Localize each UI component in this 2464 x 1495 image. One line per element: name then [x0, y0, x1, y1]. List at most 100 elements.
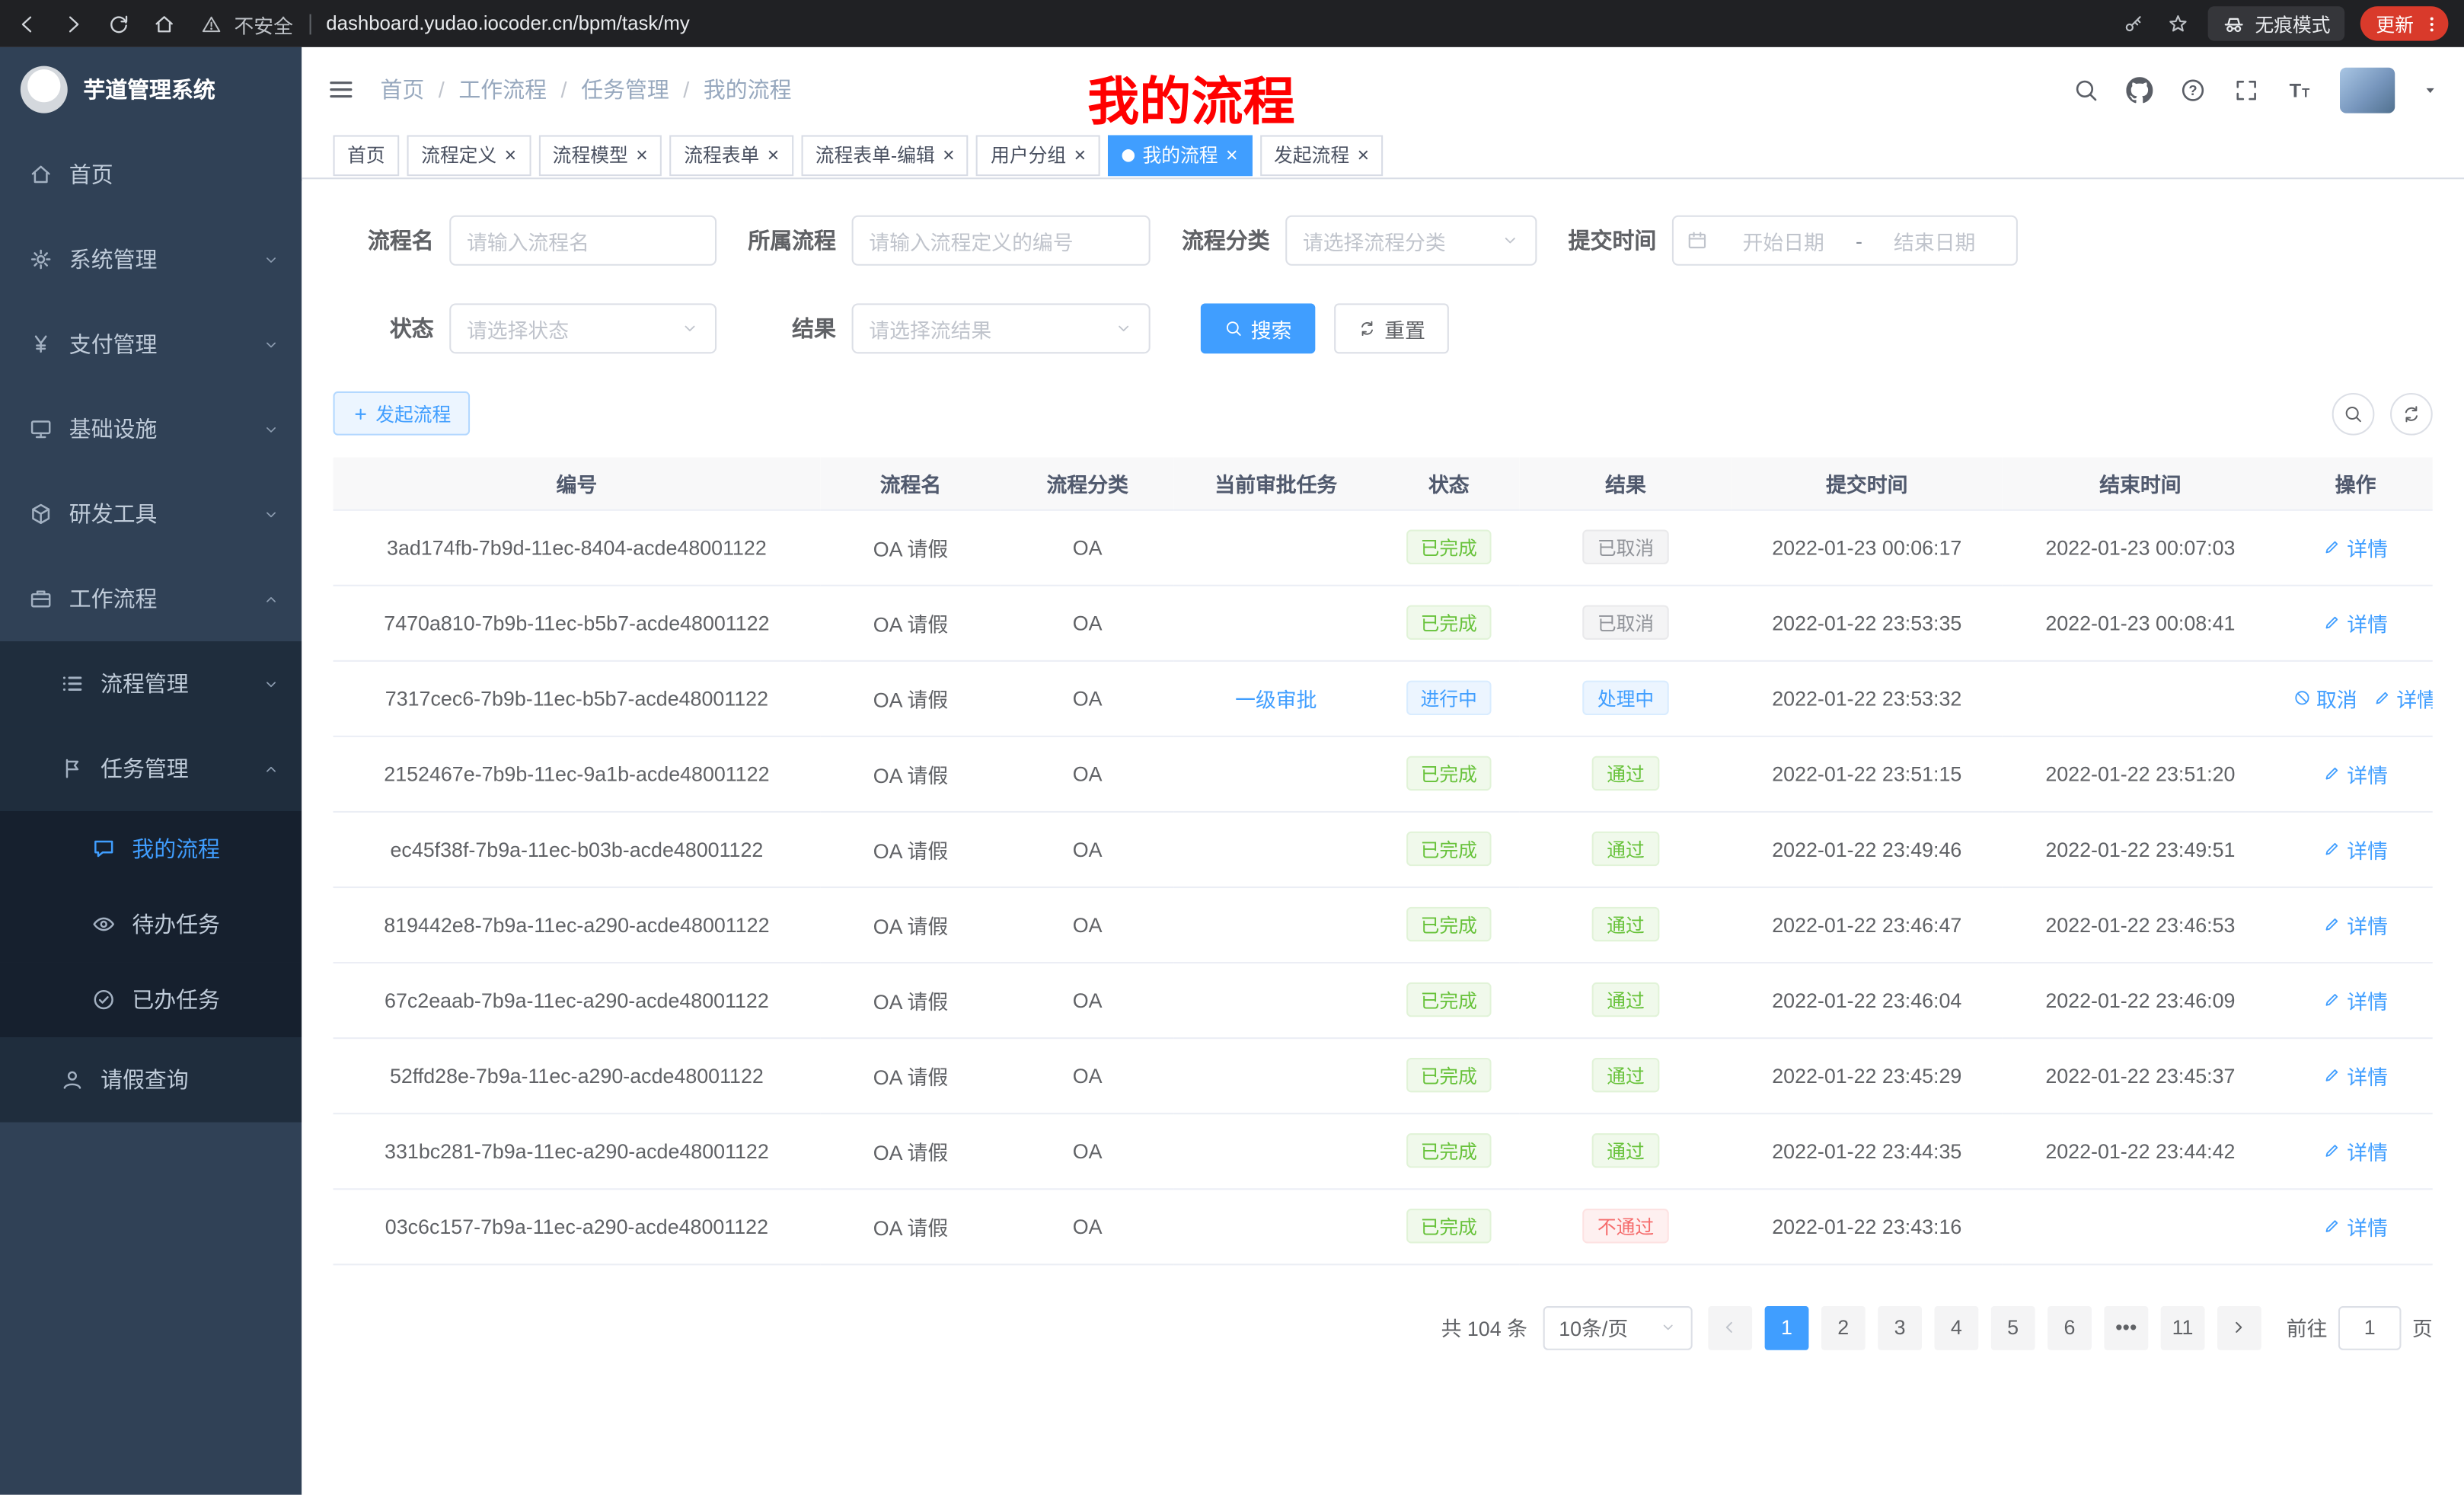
page-button-2[interactable]: 2 — [1821, 1305, 1866, 1350]
sidebar-item-system-mgmt[interactable]: 系统管理 — [0, 217, 302, 302]
sidebar-item-dev-tools[interactable]: 研发工具 — [0, 471, 302, 556]
prev-page-button[interactable] — [1708, 1305, 1752, 1350]
cell-current-task — [1174, 510, 1378, 585]
sidebar-item-payment-mgmt[interactable]: 支付管理 — [0, 302, 302, 386]
row-action-detail[interactable]: 详情 — [2323, 532, 2388, 562]
process-definition-placeholder: 请输入流程定义的编号 — [869, 225, 1073, 255]
status-tag: 已完成 — [1406, 1133, 1491, 1168]
avatar-caret-down-icon[interactable] — [2421, 81, 2439, 98]
edit-icon — [2323, 538, 2342, 557]
submit-time-range-picker[interactable]: 开始日期 - 结束日期 — [1672, 216, 2018, 266]
status-select[interactable]: 请选择状态 — [449, 303, 717, 353]
search-button[interactable]: 搜索 — [1201, 303, 1316, 353]
row-action-detail[interactable]: 详情 — [2323, 834, 2388, 864]
tab-process-model[interactable]: 流程模型 × — [538, 134, 662, 175]
row-action-detail[interactable]: 详情 — [2323, 909, 2388, 939]
tab-close-icon[interactable]: × — [768, 145, 780, 165]
browser-reload-icon[interactable] — [107, 11, 130, 35]
font-size-icon[interactable]: TT — [2287, 76, 2313, 103]
tab-home[interactable]: 首页 — [334, 134, 400, 175]
row-action-detail[interactable]: 详情 — [2323, 1211, 2388, 1241]
sidebar-item-label: 我的流程 — [132, 833, 220, 864]
hamburger-icon[interactable] — [327, 75, 355, 104]
sidebar-item-home[interactable]: 首页 — [0, 132, 302, 216]
page-button-11[interactable]: 11 — [2161, 1305, 2205, 1350]
page-button-3[interactable]: 3 — [1878, 1305, 1922, 1350]
sidebar-item-leave-query[interactable]: 请假查询 — [0, 1037, 302, 1122]
search-icon[interactable] — [2073, 76, 2099, 103]
github-icon[interactable] — [2126, 76, 2153, 103]
tab-close-icon[interactable]: × — [505, 145, 517, 165]
bookmark-star-icon[interactable] — [2167, 13, 2189, 35]
row-action-detail[interactable]: 详情 — [2323, 1136, 2388, 1165]
tab-close-icon[interactable]: × — [1357, 145, 1369, 165]
tab-create-process[interactable]: 发起流程× — [1259, 134, 1383, 175]
page-button-1[interactable]: 1 — [1765, 1305, 1809, 1350]
tab-close-icon[interactable]: × — [943, 145, 955, 165]
process-name-input[interactable]: 请输入流程名 — [449, 216, 717, 266]
browser-home-icon[interactable] — [152, 11, 176, 35]
tab-close-icon[interactable]: × — [1074, 145, 1087, 165]
browser-forward-icon[interactable] — [61, 11, 85, 35]
cell-end-time: 2022-01-22 23:45:37 — [2002, 1037, 2278, 1113]
tab-process-form-edit[interactable]: 流程表单-编辑× — [801, 134, 969, 175]
cell-actions: 取消详情 — [2279, 660, 2433, 736]
tab-close-icon[interactable]: × — [1226, 145, 1238, 165]
cell-status: 已完成 — [1378, 811, 1520, 886]
browser-menu-icon[interactable] — [2421, 14, 2442, 34]
current-task-link[interactable]: 一级审批 — [1235, 688, 1317, 711]
next-page-button[interactable] — [2217, 1305, 2261, 1350]
yen-icon — [28, 331, 53, 356]
breadcrumb-item[interactable]: 我的流程 — [704, 74, 792, 105]
toolbar-refresh-button[interactable] — [2390, 392, 2433, 435]
category-select[interactable]: 请选择流程分类 — [1285, 216, 1537, 266]
security-warning-icon[interactable] — [201, 14, 222, 34]
breadcrumb-separator: / — [439, 77, 445, 102]
row-action-cancel[interactable]: 取消 — [2293, 683, 2357, 713]
row-action-label: 详情 — [2347, 759, 2388, 788]
tab-my-process[interactable]: 我的流程× — [1108, 134, 1252, 175]
row-action-detail[interactable]: 详情 — [2323, 985, 2388, 1014]
row-action-detail[interactable]: 详情 — [2323, 608, 2388, 637]
tab-user-group[interactable]: 用户分组× — [977, 134, 1100, 175]
browser-back-icon[interactable] — [16, 11, 40, 35]
avatar[interactable] — [2340, 67, 2395, 113]
result-select[interactable]: 请选择流结果 — [852, 303, 1151, 353]
check-circle-icon — [91, 987, 116, 1012]
breadcrumb-item[interactable]: 任务管理 — [581, 74, 669, 105]
address-bar[interactable]: 不安全 dashboard.yudao.iocoder.cn/bpm/task/… — [176, 8, 2110, 38]
sidebar-item-task-mgmt[interactable]: 任务管理 — [0, 726, 302, 810]
page-size-select[interactable]: 10条/页 — [1543, 1305, 1693, 1350]
row-action-detail[interactable]: 详情 — [2373, 683, 2432, 713]
cell-current-task — [1174, 1188, 1378, 1263]
breadcrumb-item[interactable]: 工作流程 — [458, 74, 547, 105]
row-action-detail[interactable]: 详情 — [2323, 1060, 2388, 1090]
sidebar-item-todo-tasks[interactable]: 待办任务 — [0, 886, 302, 962]
password-key-icon[interactable] — [2123, 13, 2145, 35]
page-button-5[interactable]: 5 — [1991, 1305, 2035, 1350]
fullscreen-icon[interactable] — [2233, 76, 2260, 103]
reset-button[interactable]: 重置 — [1334, 303, 1449, 353]
sidebar-item-done-tasks[interactable]: 已办任务 — [0, 962, 302, 1037]
tab-close-icon[interactable]: × — [636, 145, 648, 165]
tab-label: 流程模型 — [553, 142, 628, 168]
update-button[interactable]: 更新 — [2360, 6, 2449, 40]
sidebar-item-process-mgmt[interactable]: 流程管理 — [0, 641, 302, 726]
page-button-6[interactable]: 6 — [2047, 1305, 2092, 1350]
sidebar-item-workflow[interactable]: 工作流程 — [0, 557, 302, 641]
status-placeholder: 请选择状态 — [467, 314, 569, 343]
help-icon[interactable]: ? — [2179, 76, 2206, 103]
toolbar-search-toggle-button[interactable] — [2332, 392, 2375, 435]
page-jump-input[interactable]: 1 — [2338, 1305, 2402, 1350]
sidebar-item-my-process[interactable]: 我的流程 — [0, 811, 302, 886]
sidebar-item-infrastructure[interactable]: 基础设施 — [0, 387, 302, 471]
create-process-button[interactable]: 发起流程 — [334, 391, 471, 436]
pages-ellipsis[interactable]: ••• — [2104, 1305, 2148, 1350]
filter-submit-time: 提交时间 开始日期 - 结束日期 — [1569, 216, 2018, 266]
page-button-4[interactable]: 4 — [1934, 1305, 1978, 1350]
tab-process-definition[interactable]: 流程定义× — [407, 134, 531, 175]
row-action-detail[interactable]: 详情 — [2323, 759, 2388, 788]
tab-process-form[interactable]: 流程表单× — [670, 134, 793, 175]
breadcrumb-item[interactable]: 首页 — [380, 74, 424, 105]
process-definition-input[interactable]: 请输入流程定义的编号 — [852, 216, 1151, 266]
